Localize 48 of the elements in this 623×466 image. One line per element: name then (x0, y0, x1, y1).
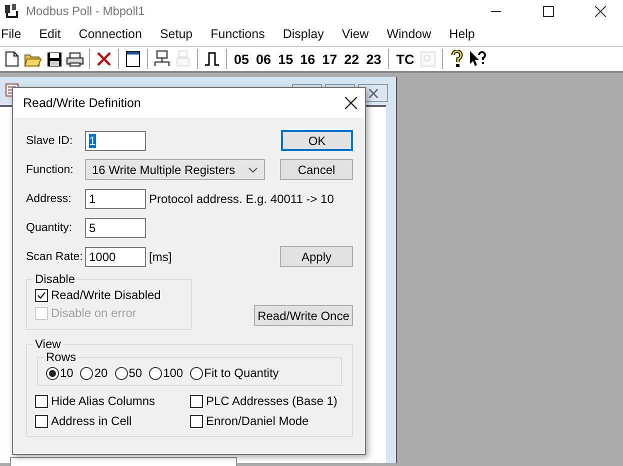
group-title: Rows (44, 350, 78, 364)
input-field[interactable]: 5 (85, 218, 146, 238)
radio-button[interactable]: 100 (149, 366, 184, 380)
dialog-button[interactable]: Cancel (280, 159, 353, 180)
toolbar-button[interactable]: 23 (364, 52, 384, 66)
input-field[interactable]: 1 (85, 188, 146, 208)
menu-item[interactable]: Edit (38, 27, 67, 41)
function-dropdown[interactable]: 16 Write Multiple Registers (85, 159, 265, 180)
toolbar-button[interactable]: 16 (298, 52, 318, 66)
field-label: Scan Rate: (26, 250, 82, 262)
menu-item[interactable]: Help (448, 27, 481, 41)
radio-button[interactable]: 20 (80, 366, 108, 380)
menu-item[interactable]: Setup (158, 27, 199, 41)
menu-item[interactable]: Display (282, 27, 330, 41)
toolbar-button[interactable]: 15 (276, 52, 296, 66)
dialog-button[interactable]: OK (281, 130, 353, 151)
checkbox[interactable]: Address in Cell (35, 414, 190, 428)
checkbox[interactable]: PLC Addresses (Base 1) (190, 394, 344, 408)
field-label: Quantity: (26, 222, 74, 234)
toolbar-button[interactable]: 06 (254, 52, 274, 66)
radio-button[interactable]: Fit to Quantity (190, 366, 279, 380)
checkbox[interactable]: Read/Write Disabled (35, 288, 183, 302)
menu-item[interactable]: Connection (78, 27, 148, 41)
dialog-button[interactable]: Apply (280, 246, 353, 267)
toolbar-button[interactable]: 22 (342, 52, 362, 66)
radio-button[interactable]: 50 (114, 366, 142, 380)
group-title: View (33, 337, 63, 351)
field-label: Function: (26, 164, 74, 176)
checkbox[interactable]: Enron/Daniel Mode (190, 414, 344, 428)
input-field[interactable]: 1000 (85, 246, 146, 266)
radio-button[interactable]: 10 (46, 366, 74, 380)
dialog-title: Read/Write Definition (23, 96, 141, 110)
field-label: Slave ID: (26, 134, 74, 146)
group-title: Disable (33, 272, 78, 286)
menu-item[interactable]: View (340, 27, 375, 41)
dialog-button[interactable]: Read/Write Once (254, 305, 353, 326)
hint-text: Protocol address. E.g. 40011 -> 10 (149, 192, 334, 206)
menu-item[interactable]: Functions (210, 27, 271, 41)
checkbox[interactable]: Hide Alias Columns (35, 394, 190, 408)
input-field[interactable]: 1 (85, 130, 146, 150)
menu-item[interactable]: File (0, 27, 28, 41)
field-label: Address: (26, 192, 72, 204)
toolbar-button[interactable]: 05 (232, 52, 252, 66)
menu-item[interactable]: Window (386, 27, 438, 41)
unit-text: [ms] (149, 250, 172, 264)
toolbar-button[interactable]: TC (394, 52, 416, 66)
toolbar-button[interactable]: 17 (320, 52, 340, 66)
window-title: Modbus Poll - Mbpoll1 (26, 4, 146, 18)
